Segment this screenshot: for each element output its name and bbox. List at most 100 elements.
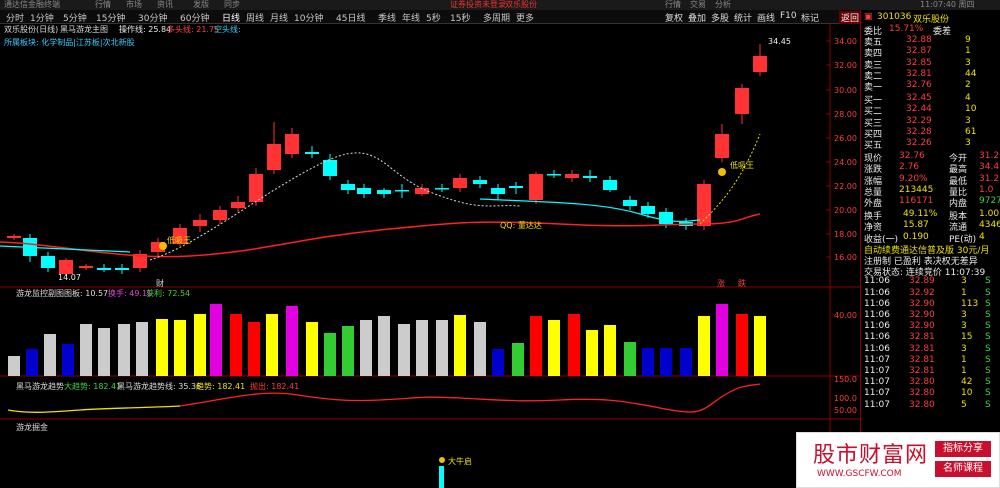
period-tab-15[interactable]: 多周期 [483,11,510,24]
bid-price: 32.29 [906,115,932,126]
f10-button[interactable]: F10 [780,11,797,21]
indicator-bar [136,322,148,376]
chart-area[interactable]: 34.00 32.00 30.00 28.00 26.00 24.00 22.00 20.00… [0,24,860,488]
period-tab-4[interactable]: 30分钟 [138,11,167,24]
signal-bar [439,466,444,488]
indicator-bar [306,322,318,376]
bid-row: 买二 32.44 10 [861,104,1000,117]
candle-body [509,186,523,188]
indicator-bar [716,304,728,376]
period-tab-13[interactable]: 5秒 [426,11,441,24]
menu-news[interactable]: 资讯 [157,0,173,10]
period-tab-6[interactable]: 日线 [222,11,240,24]
indicator-bar [398,324,410,376]
period-tab-3[interactable]: 15分钟 [96,11,125,24]
menu-market[interactable]: 市场 [126,0,142,10]
indicator-bar [324,333,336,376]
period-tab-2[interactable]: 5分钟 [63,11,87,24]
stat-row: 涨幅 9.20% 最低 31.2 [861,174,1000,187]
kline-chart[interactable]: 34.00 32.00 30.00 28.00 26.00 24.00 22.00 20.00… [0,24,860,488]
candle-body [7,236,21,238]
period-tab-5[interactable]: 60分钟 [180,11,209,24]
stat-row: 外盘 116171 内盘 9727 [861,196,1000,209]
signal-label-2: 低吸王 [730,160,754,170]
multi-stock-button[interactable]: 多股 [711,11,729,24]
indicator-bar [736,314,748,376]
y-axis-label: 34.00 [834,37,857,46]
nav-trade[interactable]: 交易 [690,0,706,10]
candle-body [377,190,391,194]
tick-time: 11:07 [864,354,890,365]
period-tab-10[interactable]: 45日线 [336,11,365,24]
tick-side: S [985,287,991,298]
tick-price: 32.81 [909,332,935,343]
indicator-bar [44,334,56,376]
indicator-bar [660,348,672,376]
stat2-value: 15.87 [903,220,929,231]
menu-release[interactable]: 发版 [193,0,209,10]
tick-side: S [985,321,991,332]
nav-quotes[interactable]: 行情 [665,0,681,10]
panel3-title: 黑马游龙趋势 [16,381,64,391]
watermark-url: WWW.GSCFW.COM [817,469,902,479]
indicator-bar [266,314,278,376]
nav-analysis[interactable]: 分析 [715,0,731,10]
stock-code: 301036 [877,12,912,22]
tick-price: 32.89 [909,276,935,287]
bid-row: 买五 32.26 3 [861,138,1000,151]
bid-row: 买一 32.45 4 [861,93,1000,106]
indicator-bar [642,348,654,376]
login-status[interactable]: 证券投资未登录 [450,0,506,10]
tick-vol: 1 [961,287,967,298]
period-tab-14[interactable]: 15秒 [450,11,470,24]
ask-price: 32.87 [906,46,932,57]
tick-price: 32.81 [909,354,935,365]
candle-body [529,174,543,200]
draw-button[interactable]: 画线 [757,11,775,24]
y-axis-label: 30.00 [834,86,857,95]
stock-title: 双乐股份 [505,0,537,9]
tick-row: 11:07 32.80 42 S [861,377,1000,388]
signal-label-1: 低吸王 [167,235,191,245]
bid-vol: 3 [965,115,971,126]
tick-row: 11:07 32.81 1 S [861,366,1000,377]
candle-body [715,134,729,158]
period-tab-9[interactable]: 10分钟 [294,11,323,24]
stat2-value: 49.11% [903,209,938,220]
period-tab-11[interactable]: 季线 [378,11,396,24]
candle-body [341,184,355,190]
sector-label: 所属板块: 化学制品|江苏板|次北新股 [4,37,135,47]
indicator-bar [286,306,298,376]
tick-side: S [985,366,991,376]
bid-vol: 61 [965,126,977,137]
stats-button[interactable]: 统计 [734,11,752,24]
period-tab-12[interactable]: 年线 [402,11,420,24]
indicator-bar [194,314,206,376]
menu-quotes[interactable]: 行情 [95,0,111,10]
candle-body [193,220,207,226]
indicator-bar [210,304,222,376]
period-tab-16[interactable]: 更多 [516,11,534,24]
indicator-bar [230,314,242,376]
back-button[interactable]: 返回 [839,11,862,24]
indicator-bar [530,316,542,376]
tick-side: S [985,354,991,365]
mark-button[interactable]: 标记 [801,11,819,24]
indicator-bar [698,316,710,376]
period-tab-7[interactable]: 周线 [246,11,264,24]
menu-sync[interactable]: 同步 [224,0,240,10]
panel2-label-3: 获利: 72.54 [146,288,190,298]
period-tab-0[interactable]: 分时 [6,11,24,24]
period-tab-8[interactable]: 月线 [270,11,288,24]
trend-line-yellow [7,405,181,413]
y-axis-label: 28.00 [834,110,857,119]
tick-time: 11:07 [864,388,890,399]
adjust-button[interactable]: 复权 [665,11,683,24]
tick-row: 11:07 32.81 1 S [861,355,1000,366]
period-tab-1[interactable]: 1分钟 [30,11,54,24]
overlay-button[interactable]: 叠加 [688,11,706,24]
candle-body [41,256,55,268]
app-title: 通达信金融终端 [4,0,60,9]
indicator-bar [624,342,636,376]
tick-time: 11:06 [864,298,890,309]
